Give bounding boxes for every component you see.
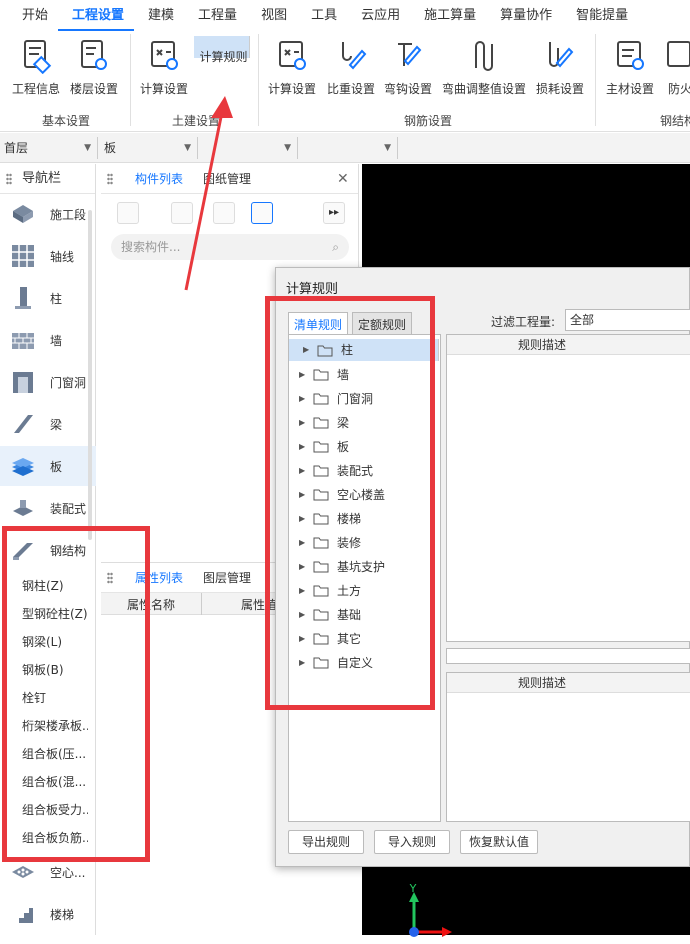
annotation-arrow-icon <box>184 96 233 291</box>
